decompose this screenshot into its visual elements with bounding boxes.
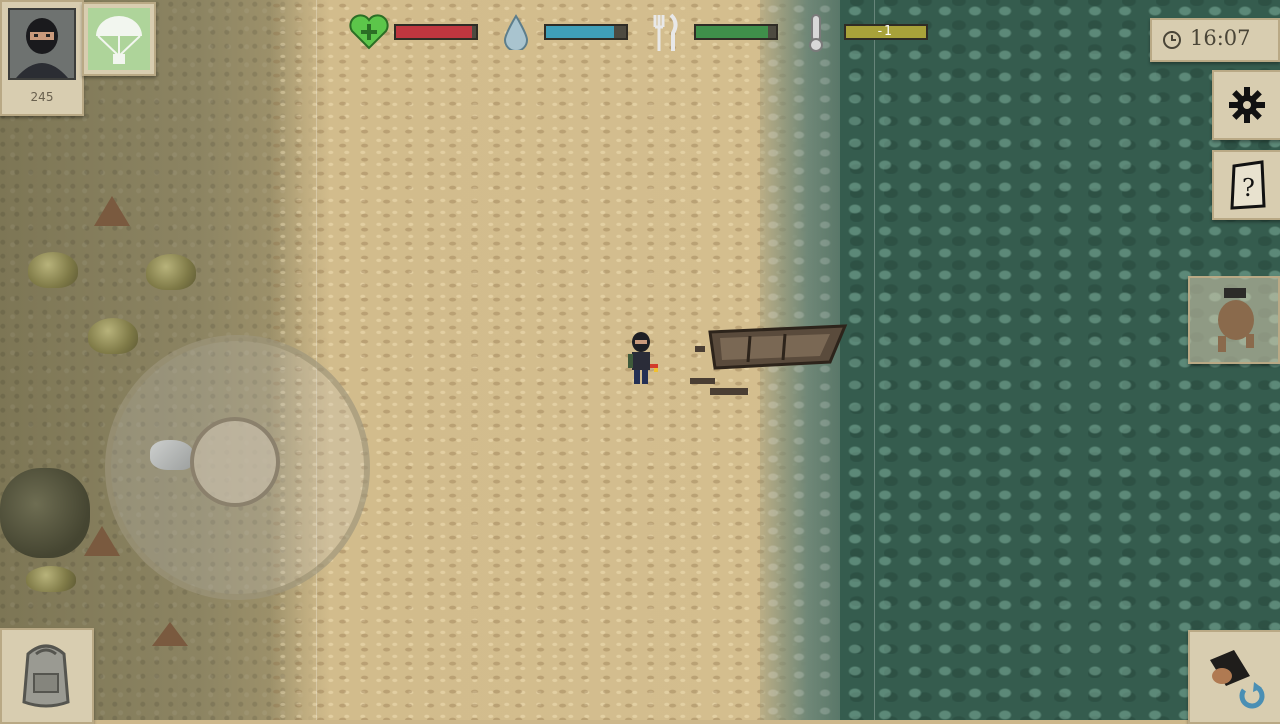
svg-text:?: ? (1242, 174, 1255, 202)
quests-button[interactable]: ? (1212, 150, 1280, 220)
bush[interactable] (26, 566, 76, 592)
heart-plus-icon (348, 12, 390, 52)
avatar (8, 8, 76, 80)
bush[interactable] (28, 252, 78, 288)
companion-button[interactable] (1188, 276, 1280, 364)
bush[interactable] (88, 318, 138, 354)
player-portrait-panel[interactable]: 245 (0, 0, 84, 116)
player-character (628, 332, 658, 384)
thermometer-icon (804, 12, 828, 54)
settings-button[interactable] (1212, 70, 1280, 140)
parachute-icon (88, 8, 150, 70)
gear-icon (1229, 87, 1265, 123)
notepad-question-icon: ? (1230, 160, 1266, 210)
health-bar (394, 24, 478, 40)
joystick-thumb[interactable] (190, 417, 280, 507)
bush[interactable] (146, 254, 196, 290)
tree-stump[interactable] (84, 526, 120, 556)
fork-knife-icon (648, 12, 682, 54)
health-bar-fill (396, 26, 472, 38)
clock-time: 16:07 (1190, 26, 1251, 50)
temperature-bar: -1 (844, 24, 928, 40)
swap-weapon-button[interactable] (1188, 630, 1280, 724)
inventory-button[interactable] (0, 628, 94, 724)
temperature-value: -1 (876, 24, 892, 39)
tree-clump[interactable] (0, 468, 90, 558)
hunger-bar-fill (696, 26, 768, 38)
thirst-bar-fill (546, 26, 614, 38)
player-score: 245 (30, 90, 54, 104)
grid-line (874, 0, 875, 720)
dog-icon (1218, 288, 1254, 352)
swap-weapon-icon (1210, 650, 1265, 709)
wrecked-boat[interactable] (690, 322, 850, 402)
hunger-bar (694, 24, 778, 40)
game-clock: 16:07 (1150, 18, 1280, 62)
backpack-icon (22, 644, 70, 708)
tree-stump[interactable] (94, 196, 130, 226)
airdrop-button[interactable] (82, 2, 156, 76)
clock-icon (1163, 31, 1181, 49)
thirst-bar (544, 24, 628, 40)
tree-stump[interactable] (152, 622, 188, 646)
water-drop-icon (502, 12, 530, 52)
